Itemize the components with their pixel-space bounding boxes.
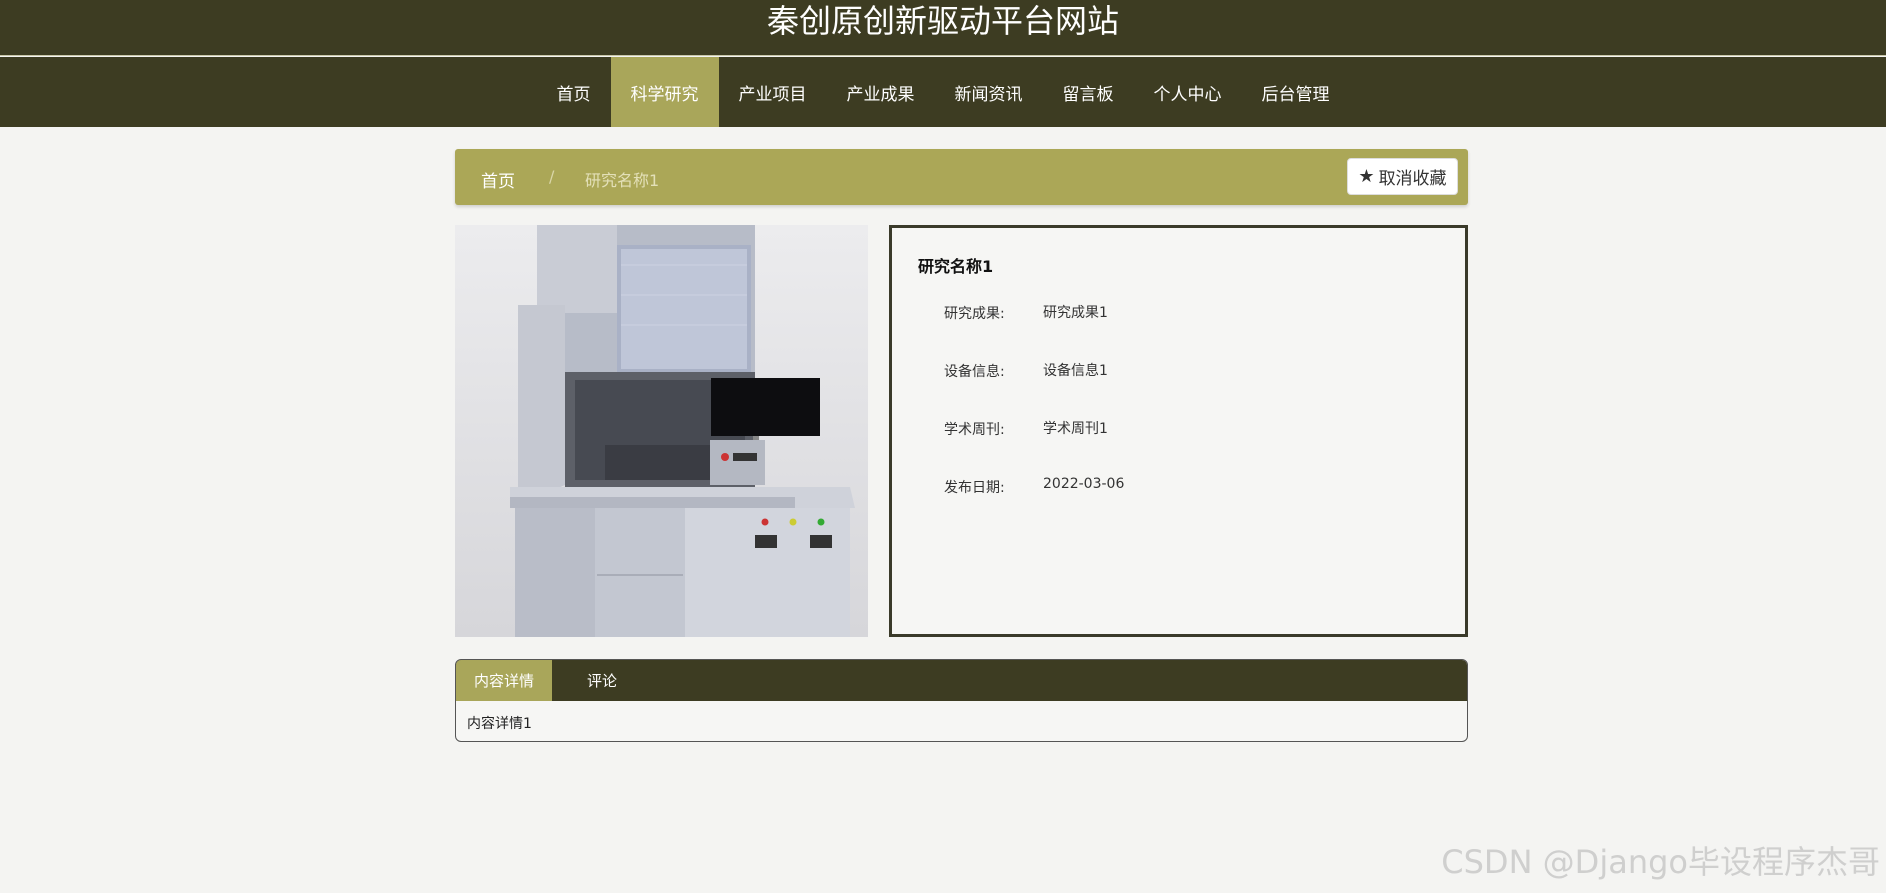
unfavorite-button[interactable]: ★ 取消收藏 <box>1347 158 1458 195</box>
nav-item-admin[interactable]: 后台管理 <box>1242 57 1350 127</box>
nav-item-research[interactable]: 科学研究 <box>610 57 719 127</box>
field-value-journal: 学术周刊1 <box>1043 421 1108 437</box>
site-title: 秦创原创新驱动平台网站 <box>766 1 1119 40</box>
research-title: 研究名称1 <box>918 257 994 276</box>
nav-item-message-board[interactable]: 留言板 <box>1043 57 1134 127</box>
tab-bar: 内容详情 评论 <box>456 660 1467 701</box>
breadcrumb-separator: / <box>549 167 555 186</box>
nav-item-home[interactable]: 首页 <box>537 57 611 127</box>
star-icon: ★ <box>1358 166 1375 187</box>
equipment-illustration <box>455 225 868 637</box>
field-label-result: 研究成果: <box>944 306 1005 322</box>
tab-content-details[interactable]: 内容详情 <box>456 660 553 701</box>
field-label-equipment: 设备信息: <box>944 364 1005 380</box>
nav-item-projects[interactable]: 产业项目 <box>719 57 827 127</box>
field-value-equipment: 设备信息1 <box>1043 363 1108 379</box>
field-label-journal: 学术周刊: <box>944 422 1005 438</box>
breadcrumb: 首页 / 研究名称1 ★ 取消收藏 <box>455 149 1468 205</box>
field-value-result: 研究成果1 <box>1043 305 1108 321</box>
field-value-date: 2022-03-06 <box>1043 476 1125 492</box>
research-equipment-image <box>455 225 868 637</box>
watermark: CSDN @Django毕设程序杰哥 <box>1441 843 1880 881</box>
site-header: 秦创原创新驱动平台网站 <box>0 0 1886 56</box>
nav-item-user-center[interactable]: 个人中心 <box>1134 57 1242 127</box>
unfavorite-button-label: 取消收藏 <box>1378 169 1447 189</box>
main-nav: 首页 科学研究 产业项目 产业成果 新闻资讯 留言板 个人中心 后台管理 <box>0 57 1886 127</box>
tab-content-body: 内容详情1 <box>467 716 532 732</box>
breadcrumb-home-link[interactable]: 首页 <box>481 167 515 192</box>
research-detail-panel: 研究名称1 研究成果: 研究成果1 设备信息: 设备信息1 学术周刊: 学术周刊… <box>889 225 1468 637</box>
tab-comments[interactable]: 评论 <box>552 660 635 701</box>
field-label-date: 发布日期: <box>944 480 1005 496</box>
content-tabs: 内容详情 评论 内容详情1 <box>455 659 1468 742</box>
nav-item-news[interactable]: 新闻资讯 <box>935 57 1043 127</box>
nav-item-achievements[interactable]: 产业成果 <box>827 57 935 127</box>
breadcrumb-current: 研究名称1 <box>585 171 660 190</box>
